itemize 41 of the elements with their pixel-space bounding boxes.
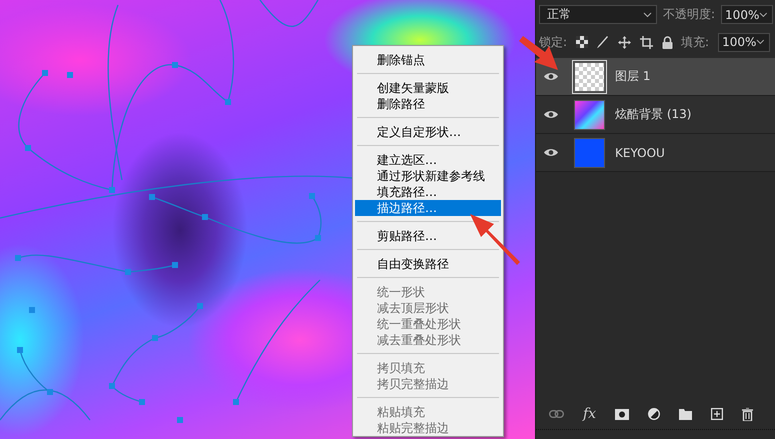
caret-icon <box>759 12 768 18</box>
menu-item[interactable]: 填充路径… <box>355 184 501 200</box>
checkerboard-icon[interactable] <box>576 36 588 48</box>
layer-row[interactable]: 图层 1 <box>536 58 775 96</box>
half-circle-icon[interactable] <box>648 408 660 420</box>
menu-item[interactable]: 删除路径 <box>355 96 501 112</box>
menu-item[interactable]: 描边路径… <box>355 200 501 216</box>
layer-row[interactable]: 炫酷背景 (13) <box>536 96 775 134</box>
menu-item[interactable]: 自由变换路径 <box>355 256 501 272</box>
opacity-label: 不透明度: <box>663 6 716 23</box>
lock-label: 锁定: <box>539 34 568 50</box>
caret-icon <box>643 12 652 18</box>
blend-mode-dropdown[interactable]: 正常 <box>539 5 657 24</box>
layer-name: 炫酷背景 (13) <box>615 106 692 123</box>
menu-item[interactable]: 删除锚点 <box>355 52 501 68</box>
crop-icon[interactable] <box>640 36 654 48</box>
menu-item[interactable]: 剪贴路径… <box>355 228 501 244</box>
layer-row[interactable]: KEYOOU <box>536 134 775 172</box>
opacity-field[interactable]: 100% <box>721 5 774 24</box>
fill-label: 填充: <box>681 34 710 50</box>
move-icon[interactable] <box>618 36 632 48</box>
brush-icon[interactable] <box>597 36 610 48</box>
layer-name: 图层 1 <box>615 68 650 85</box>
new-layer-icon[interactable] <box>711 408 724 420</box>
arrow-icon <box>470 214 520 265</box>
eye-icon[interactable] <box>544 72 558 81</box>
eye-icon[interactable] <box>544 110 558 119</box>
link-icon[interactable] <box>548 410 564 418</box>
mask-icon[interactable] <box>615 408 630 420</box>
caret-icon <box>756 39 766 45</box>
menu-item[interactable]: 创建矢量蒙版 <box>355 80 501 96</box>
folder-icon[interactable] <box>679 408 692 420</box>
lock-icon[interactable] <box>662 36 674 48</box>
fx-button[interactable]: fx <box>582 406 596 422</box>
trash-icon[interactable] <box>742 408 754 420</box>
layer-name: KEYOOU <box>615 146 665 160</box>
fill-field[interactable]: 100% <box>718 32 770 52</box>
menu-item[interactable]: 定义自定形状… <box>355 124 501 140</box>
menu-item[interactable]: 建立选区… <box>355 152 501 168</box>
menu-item[interactable]: 通过形状新建参考线 <box>355 168 501 184</box>
eye-icon[interactable] <box>544 148 558 157</box>
